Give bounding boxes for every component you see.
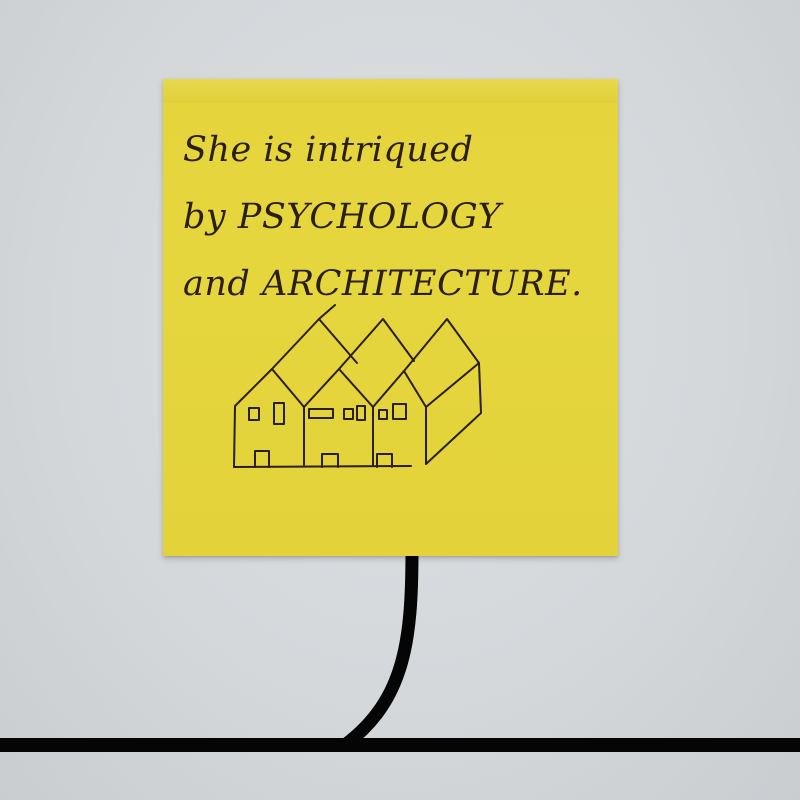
- houses-sketch: [233, 304, 482, 468]
- sticky-note: She is intriqued by PSYCHOLOGY and ARCHI…: [163, 79, 618, 556]
- photo-scene: She is intriqued by PSYCHOLOGY and ARCHI…: [0, 0, 800, 800]
